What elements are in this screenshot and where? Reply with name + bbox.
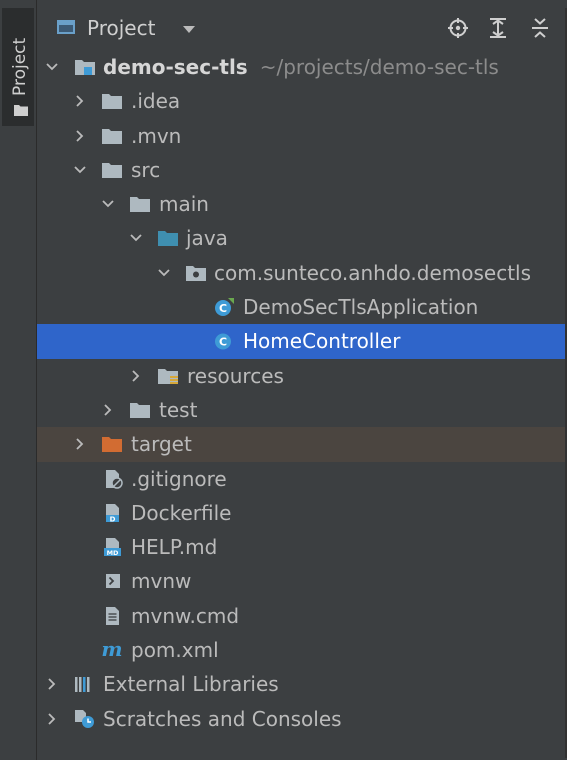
- tree-item-java[interactable]: java: [37, 221, 567, 255]
- markdown-file-icon: MD: [104, 538, 121, 557]
- folder-icon: [130, 402, 150, 418]
- chevron-down-icon[interactable]: [45, 60, 59, 74]
- svg-text:m: m: [101, 640, 122, 660]
- tree-item-gitignore[interactable]: .gitignore: [37, 462, 567, 496]
- docker-file-icon: D: [106, 503, 119, 523]
- folder-icon: [14, 105, 28, 116]
- tree-item-label: .idea: [131, 89, 181, 114]
- tool-window-stripe: Project: [0, 0, 37, 760]
- chevron-right-icon[interactable]: [73, 94, 87, 108]
- shell-script-icon: [106, 574, 120, 589]
- tree-item-label: HELP.md: [131, 535, 218, 560]
- tree-item-label: HomeController: [243, 329, 401, 354]
- chevron-right-icon[interactable]: [45, 677, 59, 691]
- tree-item-home-controller[interactable]: C HomeController: [37, 324, 567, 359]
- tree-item-test[interactable]: test: [37, 393, 567, 427]
- project-tree: demo-sec-tls ~/projects/demo-sec-tls .ide…: [37, 50, 567, 736]
- tree-item-label: main: [159, 192, 209, 217]
- project-panel-header: Project: [37, 8, 567, 48]
- tree-item-label: com.sunteco.anhdo.demosectls: [214, 260, 532, 285]
- collapse-all-icon[interactable]: [529, 17, 551, 39]
- project-tool-window-tab[interactable]: Project: [2, 8, 34, 126]
- svg-text:C: C: [219, 302, 227, 315]
- source-folder-icon: [158, 231, 178, 247]
- panel-title[interactable]: Project: [87, 16, 155, 40]
- chevron-right-icon[interactable]: [73, 129, 87, 143]
- tree-item-main[interactable]: main: [37, 187, 567, 221]
- module-folder-icon: [75, 60, 95, 75]
- tree-item-label: pom.xml: [131, 638, 219, 663]
- module-path: ~/projects/demo-sec-tls: [259, 55, 499, 79]
- tree-item-label: src: [131, 157, 161, 182]
- expand-all-icon[interactable]: [487, 17, 509, 39]
- folder-icon: [102, 162, 122, 178]
- tree-item-label: target: [131, 432, 192, 457]
- folder-icon: [102, 94, 122, 110]
- tree-item-package[interactable]: com.sunteco.anhdo.demosectls: [37, 256, 567, 290]
- tree-item-label: mvnw.cmd: [131, 603, 240, 628]
- chevron-down-icon[interactable]: [183, 26, 195, 33]
- tree-item-label: DemoSecTlsApplication: [243, 295, 479, 320]
- chevron-down-icon[interactable]: [101, 197, 115, 211]
- tree-item-scratches[interactable]: Scratches and Consoles: [37, 702, 567, 736]
- tree-item-label: java: [186, 226, 228, 251]
- tree-item-label: resources: [187, 363, 284, 388]
- text-file-icon: [106, 606, 119, 625]
- chevron-right-icon[interactable]: [101, 403, 115, 417]
- svg-text:D: D: [110, 515, 116, 523]
- tree-item-label: Scratches and Consoles: [103, 706, 342, 731]
- resources-folder-icon: [158, 368, 178, 384]
- tree-item-pom[interactable]: m pom.xml: [37, 633, 567, 667]
- chevron-right-icon[interactable]: [129, 369, 143, 383]
- tree-item-src[interactable]: src: [37, 153, 567, 187]
- excluded-folder-icon: [102, 437, 122, 453]
- tree-item-idea[interactable]: .idea: [37, 84, 567, 118]
- tree-item-root-module[interactable]: demo-sec-tls ~/projects/demo-sec-tls: [37, 50, 567, 84]
- tree-item-mvnw-cmd[interactable]: mvnw.cmd: [37, 599, 567, 633]
- spring-boot-class-icon: C: [215, 298, 234, 317]
- chevron-right-icon[interactable]: [45, 712, 59, 726]
- chevron-down-icon[interactable]: [129, 231, 143, 245]
- svg-text:MD: MD: [107, 549, 119, 557]
- tree-item-mvn[interactable]: .mvn: [37, 119, 567, 153]
- tree-item-label: Dockerfile: [131, 500, 232, 525]
- locate-icon[interactable]: [447, 17, 469, 39]
- folder-icon: [130, 197, 150, 213]
- library-icon: [75, 677, 90, 693]
- tree-item-label: External Libraries: [103, 672, 279, 697]
- chevron-down-icon[interactable]: [157, 266, 171, 280]
- tree-item-external-libraries[interactable]: External Libraries: [37, 667, 567, 701]
- tree-item-help-md[interactable]: MD HELP.md: [37, 530, 567, 564]
- maven-icon: m: [101, 640, 122, 660]
- tree-item-dockerfile[interactable]: D Dockerfile: [37, 496, 567, 530]
- svg-text:C: C: [219, 336, 227, 349]
- tree-item-label: mvnw: [131, 569, 192, 594]
- project-tab-label: Project: [10, 37, 30, 96]
- tree-item-resources[interactable]: resources: [37, 359, 567, 393]
- tree-item-label: .gitignore: [131, 466, 227, 491]
- tree-item-mvnw[interactable]: mvnw: [37, 564, 567, 598]
- chevron-down-icon[interactable]: [73, 163, 87, 177]
- class-icon: C: [215, 333, 231, 350]
- tree-item-app-class[interactable]: C DemoSecTlsApplication: [37, 290, 567, 324]
- module-name: demo-sec-tls: [103, 55, 248, 79]
- folder-icon: [102, 128, 122, 144]
- window-icon: [57, 20, 75, 34]
- chevron-right-icon[interactable]: [73, 437, 87, 451]
- tree-item-label: .mvn: [131, 123, 182, 148]
- scratches-icon: [75, 709, 94, 728]
- ignored-file-icon: [106, 469, 123, 489]
- tree-item-label: test: [159, 397, 198, 422]
- tree-item-target[interactable]: target: [37, 427, 567, 462]
- package-icon: [186, 265, 206, 281]
